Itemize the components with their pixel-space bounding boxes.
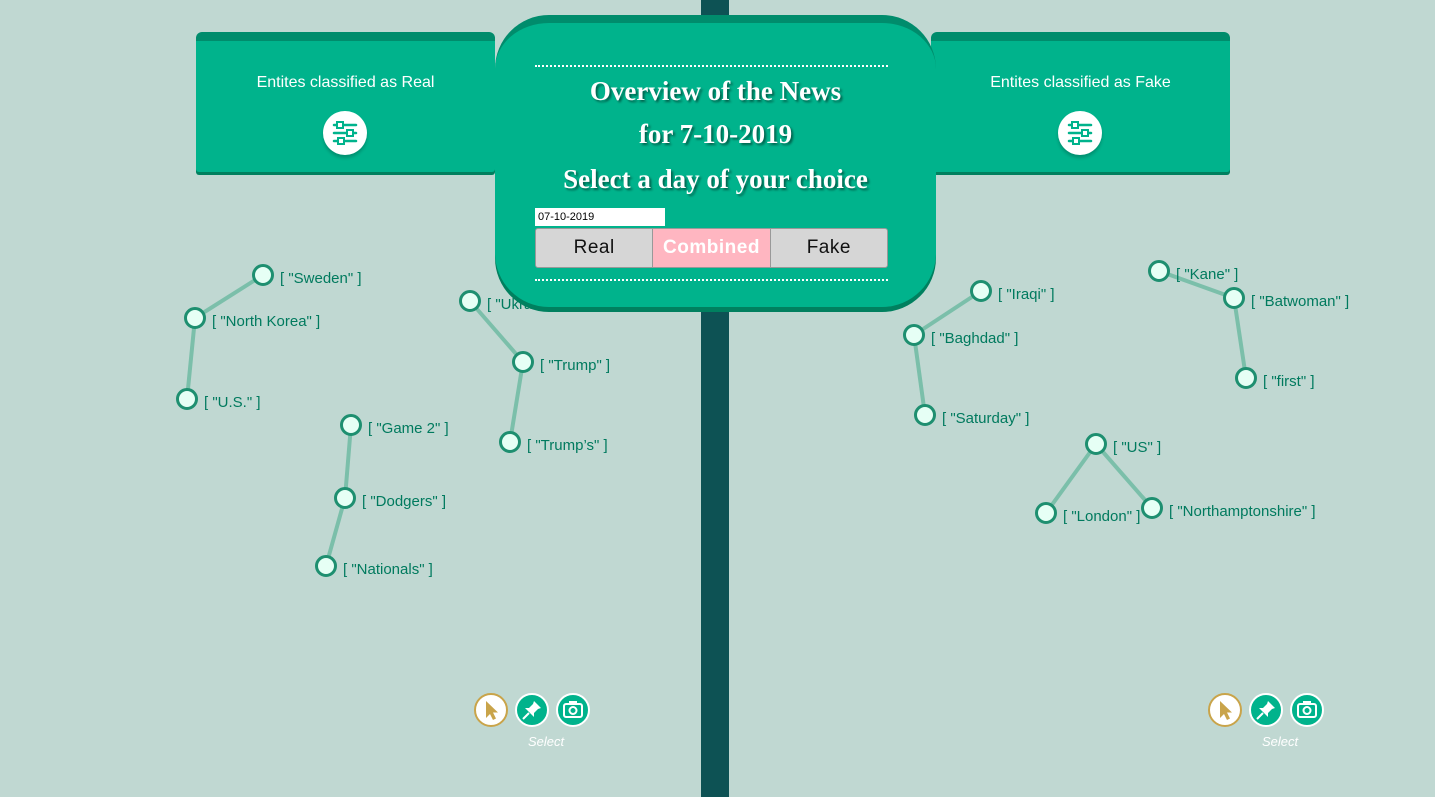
node-circle[interactable]: [315, 555, 337, 577]
node-label: [ "Sweden" ]: [280, 270, 362, 287]
node-label: [ "US" ]: [1113, 439, 1161, 456]
fake-settings-button[interactable]: [1058, 111, 1102, 155]
real-entity-node[interactable]: [ "U.S." ]: [176, 388, 261, 412]
node-label: [ "Nationals" ]: [343, 561, 433, 578]
fake-entity-node[interactable]: [ "US" ]: [1085, 433, 1162, 457]
node-circle[interactable]: [499, 431, 521, 453]
fake-entity-node[interactable]: [ "Iraqi" ]: [970, 280, 1055, 304]
real-edge-1: [185, 317, 197, 400]
overview-title: Overview of the News: [589, 76, 842, 106]
pin-icon: [1256, 701, 1275, 720]
node-circle[interactable]: [512, 351, 534, 373]
pin-icon: [522, 701, 541, 720]
node-label: [ "U.S." ]: [204, 394, 261, 411]
camera-tool-button-left[interactable]: [556, 693, 590, 727]
node-label: [ "Batwoman" ]: [1251, 293, 1349, 310]
tool-mode-label-left: Select: [528, 734, 565, 749]
cursor-icon: [486, 701, 498, 720]
fake-entity-node[interactable]: [ "Saturday" ]: [914, 404, 1030, 428]
node-label: [ "North Korea" ]: [212, 313, 320, 330]
real-entity-node[interactable]: [ "Nationals" ]: [315, 555, 433, 579]
real-entity-node[interactable]: [ "Dodgers" ]: [334, 487, 447, 511]
node-circle[interactable]: [184, 307, 206, 329]
node-circle[interactable]: [252, 264, 274, 286]
camera-icon: [1297, 701, 1317, 718]
real-entity-node[interactable]: [ "Sweden" ]: [252, 264, 362, 288]
node-circle[interactable]: [903, 324, 925, 346]
view-segmented-control: Real Combined Fake: [535, 228, 888, 268]
node-label: [ "Northamptonshire" ]: [1169, 503, 1316, 520]
node-label: [ "Kane" ]: [1176, 266, 1238, 283]
dotted-divider-bottom: [535, 279, 888, 281]
real-settings-button[interactable]: [323, 111, 367, 155]
node-circle[interactable]: [340, 414, 362, 436]
pin-tool-button-right[interactable]: [1249, 693, 1283, 727]
real-edge-3: [508, 361, 525, 443]
camera-icon: [563, 701, 583, 718]
fake-edge-4: [1044, 442, 1098, 515]
node-circle[interactable]: [334, 487, 356, 509]
node-circle[interactable]: [459, 290, 481, 312]
select-tool-button-left[interactable]: [474, 693, 508, 727]
node-circle[interactable]: [1148, 260, 1170, 282]
fake-edge-1: [912, 334, 927, 416]
node-circle[interactable]: [1085, 433, 1107, 455]
fake-entity-node[interactable]: [ "Baghdad" ]: [903, 324, 1019, 348]
fake-entity-node[interactable]: [ "Northamptonshire" ]: [1141, 497, 1316, 521]
real-panel-title: Entites classified as Real: [256, 74, 435, 91]
sliders-icon: [332, 121, 358, 145]
tool-mode-label-right: Select: [1262, 734, 1299, 749]
node-circle[interactable]: [1035, 502, 1057, 524]
segment-fake[interactable]: Fake: [771, 229, 887, 267]
real-entity-node[interactable]: [ "Game 2" ]: [340, 414, 449, 438]
node-circle[interactable]: [176, 388, 198, 410]
overview-prompt: Select a day of your choice: [563, 164, 868, 194]
real-entity-node[interactable]: [ "Trump’s" ]: [499, 431, 608, 455]
node-label: [ "Baghdad" ]: [931, 330, 1018, 347]
fake-entity-node[interactable]: [ "first" ]: [1235, 367, 1315, 391]
real-entity-node[interactable]: [ "Trump" ]: [512, 351, 611, 375]
camera-tool-button-right[interactable]: [1290, 693, 1324, 727]
node-label: [ "Iraqi" ]: [998, 286, 1055, 303]
fake-edge-0: [912, 289, 983, 337]
node-label: [ "first" ]: [1263, 373, 1314, 390]
select-tool-button-right[interactable]: [1208, 693, 1242, 727]
fake-entities-panel: Entites classified as Fake: [931, 32, 1230, 172]
node-label: [ "Saturday" ]: [942, 410, 1029, 427]
dotted-divider-top: [535, 65, 888, 67]
real-entities-panel: Entites classified as Real: [196, 32, 495, 172]
node-label: [ "London" ]: [1063, 508, 1140, 525]
cursor-icon: [1220, 701, 1232, 720]
pin-tool-button-left[interactable]: [515, 693, 549, 727]
node-label: [ "Game 2" ]: [368, 420, 449, 437]
segment-combined[interactable]: Combined: [653, 229, 771, 267]
fake-entity-node[interactable]: [ "Kane" ]: [1148, 260, 1239, 284]
node-label: [ "Dodgers" ]: [362, 493, 446, 510]
node-circle[interactable]: [1235, 367, 1257, 389]
real-edge-0: [193, 273, 265, 320]
node-circle[interactable]: [1141, 497, 1163, 519]
node-circle[interactable]: [914, 404, 936, 426]
node-circle[interactable]: [970, 280, 992, 302]
segment-real[interactable]: Real: [536, 229, 654, 267]
fake-panel-title: Entites classified as Fake: [990, 74, 1171, 91]
graph-nodes: [ "Sweden" ] [ "North Korea" ] [ "U.S." ] […: [176, 260, 1350, 579]
node-label: [ "Trump’s" ]: [527, 437, 608, 454]
node-label: [ "Trump" ]: [540, 357, 610, 374]
fake-edge-3: [1232, 297, 1248, 379]
fake-entity-node[interactable]: [ "Batwoman" ]: [1223, 287, 1350, 311]
overview-card: Overview of the News for 7-10-2019 Selec…: [495, 15, 936, 307]
overview-date: for 7-10-2019: [638, 119, 793, 149]
sliders-icon: [1067, 121, 1093, 145]
node-circle[interactable]: [1223, 287, 1245, 309]
date-input[interactable]: [535, 208, 665, 226]
fake-entity-node[interactable]: [ "London" ]: [1035, 502, 1141, 526]
